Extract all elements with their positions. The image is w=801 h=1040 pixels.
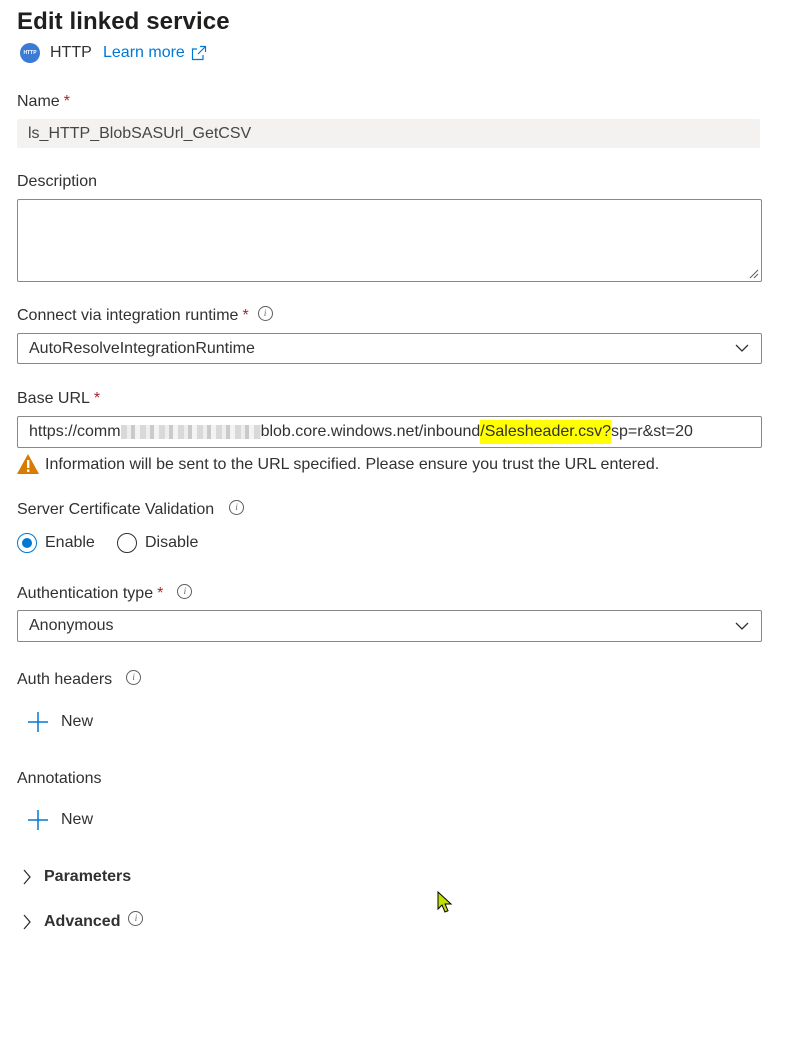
info-icon[interactable]: i	[229, 499, 245, 515]
redacted-blur	[120, 425, 261, 439]
url-prefix: https://comm	[29, 423, 121, 440]
auth-type-dropdown[interactable]: Anonymous	[17, 610, 762, 642]
base-url-label: Base URL *	[17, 390, 101, 407]
name-field[interactable]: ls_HTTP_BlobSASUrl_GetCSV	[17, 119, 760, 148]
add-auth-header-label: New	[61, 713, 94, 730]
radio-disable-indicator[interactable]	[117, 533, 137, 553]
url-warning-text: Information will be sent to the URL spec…	[45, 456, 660, 473]
chevron-right-icon	[23, 869, 31, 885]
panel-title: Edit linked service	[17, 8, 230, 35]
annotations-label: Annotations	[17, 770, 102, 787]
parameters-expander[interactable]: Parameters	[22, 868, 131, 886]
learn-more-link[interactable]: Learn more	[103, 44, 207, 62]
warning-icon	[17, 454, 39, 474]
name-label: Name *	[17, 93, 70, 110]
info-icon[interactable]: i	[177, 583, 193, 599]
resize-handle-icon[interactable]	[747, 267, 759, 279]
url-middle: blob.core.windows.net/inbound	[260, 423, 481, 440]
auth-type-value: Anonymous	[29, 617, 114, 634]
mouse-pointer-icon	[437, 891, 453, 913]
chevron-right-icon	[23, 914, 31, 930]
base-url-input[interactable]: https://comm blob.core.windows.net/inboun…	[17, 416, 762, 448]
runtime-label: Connect via integration runtime * i	[17, 305, 273, 325]
radio-enable[interactable]: Enable	[17, 533, 95, 553]
external-link-icon	[191, 45, 206, 61]
radio-enable-label: Enable	[45, 534, 95, 551]
advanced-expander[interactable]: Advanced i	[22, 910, 144, 931]
learn-more-label: Learn more	[103, 44, 185, 61]
add-annotation-button[interactable]: New	[27, 809, 93, 831]
add-auth-header-button[interactable]: New	[27, 711, 93, 733]
chevron-down-icon	[735, 344, 749, 352]
runtime-value: AutoResolveIntegrationRuntime	[29, 339, 255, 357]
chevron-down-icon	[735, 622, 749, 630]
radio-disable[interactable]: Disable	[117, 533, 198, 553]
description-textarea[interactable]	[17, 199, 762, 282]
radio-disable-label: Disable	[145, 534, 199, 551]
parameters-label: Parameters	[44, 868, 132, 885]
auth-headers-label: Auth headers i	[17, 669, 142, 689]
add-annotation-label: New	[61, 811, 94, 828]
info-icon[interactable]: i	[126, 669, 142, 685]
info-icon[interactable]: i	[128, 910, 144, 926]
runtime-dropdown[interactable]: AutoResolveIntegrationRuntime	[17, 333, 762, 364]
description-label: Description	[17, 173, 98, 190]
plus-icon	[28, 712, 48, 732]
info-icon[interactable]: i	[257, 305, 273, 321]
url-highlight: /Salesheader.csv?	[480, 420, 612, 444]
cert-validation-label: Server Certificate Validation i	[17, 499, 245, 519]
http-globe-icon: HTTP	[20, 43, 40, 63]
url-suffix: sp=r&st=20	[611, 423, 693, 440]
radio-enable-indicator[interactable]	[17, 533, 37, 553]
plus-icon	[28, 810, 48, 830]
service-type-label: HTTP	[50, 44, 92, 61]
advanced-label: Advanced	[44, 913, 121, 930]
auth-type-label: Authentication type * i	[17, 583, 193, 603]
